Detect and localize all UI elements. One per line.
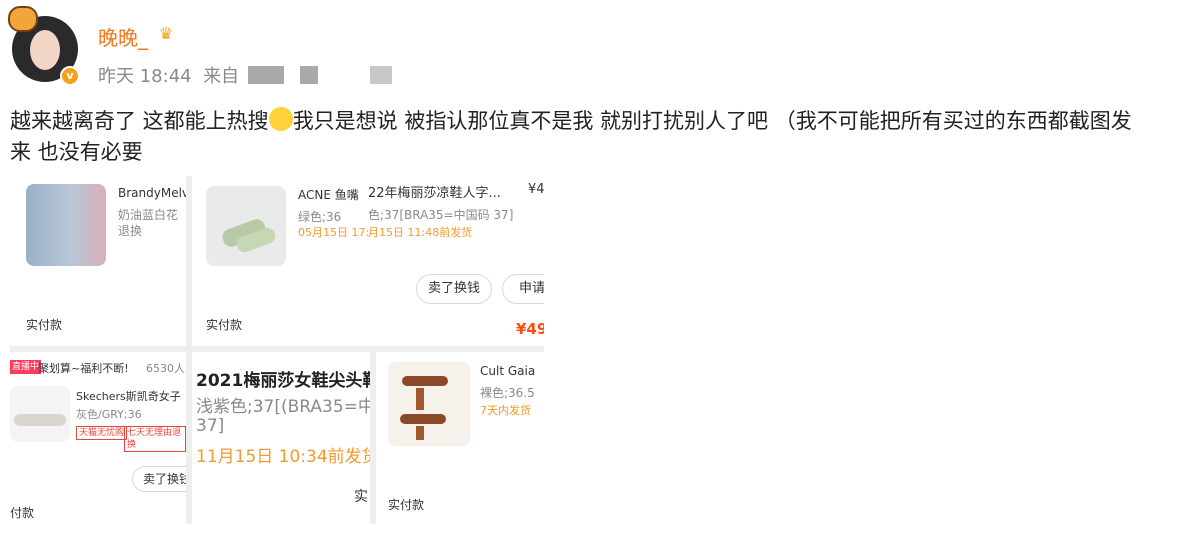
post-time[interactable]: 昨天 18:44 [98,66,192,87]
paid-label: 实 [354,489,368,505]
product-spec: 绿色;36 [298,210,342,224]
crown-icon: ♛ [158,24,174,43]
mosaic-blur [370,66,392,84]
product-spec: 奶油蓝白花 [118,208,179,222]
order-card[interactable]: 2021梅丽莎女鞋尖头鞋 浅紫色;37[(BRA35=中 37] 11月15日 … [192,352,370,524]
order-card[interactable]: 22年梅丽莎凉鞋人字... ¥4 色;37[BRA35=中国码 37] 月15日… [368,176,544,346]
mosaic-blur [300,66,318,84]
product-title: Skechers斯凯奇女子 [76,390,181,403]
product-thumbnail [10,386,70,442]
product-title: 22年梅丽莎凉鞋人字... [368,186,501,201]
ship-date: 7天内发货 [480,404,531,417]
product-thumbnail [388,362,470,446]
mosaic-blur [248,66,284,84]
product-spec: 灰色/GRY;36 [76,408,142,421]
paid-price: ¥49 [516,320,544,338]
product-title: BrandyMelv [118,186,186,200]
product-thumbnail [26,184,106,266]
product-title: ACNE 鱼嘴 [298,188,359,202]
unit-price: ¥4 [528,182,544,197]
product-title: 2021梅丽莎女鞋尖头鞋 [196,371,370,391]
paid-label: 付款 [10,506,35,520]
product-spec: 浅紫色;37[(BRA35=中 [196,397,370,417]
paid-label: 实付款 [26,318,63,332]
product-thumbnail [206,186,286,266]
product-title: Cult Gaia [480,364,536,378]
product-spec: 裸色;36.5 [480,386,535,400]
service-tag: 天猫无忧购 [76,426,128,440]
ship-date: 05月15日 17: [298,226,368,239]
product-spec: 色;37[BRA35=中国码 37] [368,208,514,222]
order-card[interactable]: 直播中 聚划算~福利不断! 6530人 Skechers斯凯奇女子 灰色/GRY… [10,352,186,524]
order-card[interactable]: Cult Gaia 裸色;36.5 7天内发货 实付款 [376,352,544,524]
post-source: 来自 [203,66,240,87]
paid-label: 实付款 [206,318,243,332]
order-card[interactable]: BrandyMelv 奶油蓝白花 退换 实付款 [10,176,186,346]
service-tag: 七天无理由退换 [124,426,186,452]
apply-button[interactable]: 申请 [502,274,544,304]
paid-label: 实付款 [388,498,425,512]
live-badge: 直播中 [10,360,42,374]
viewer-count: 6530人 [146,362,185,375]
resell-button[interactable]: 卖了换钱 [132,466,186,492]
product-spec-cont: 37] [196,416,225,436]
order-card[interactable]: ACNE 鱼嘴 绿色;36 05月15日 17: 实付款 [192,176,368,346]
sweat-smile-emoji-icon [268,107,293,131]
avatar[interactable]: v [8,6,80,88]
post-text: 越来越离奇了 这都能上热搜 我只是想说 被指认那位真不是我 就别打扰别人了吧 （我… [10,107,1132,164]
verified-badge-icon: v [60,66,80,86]
ship-date: 月15日 11:48前发货 [368,226,473,239]
post-meta: 昨天 18:44 来自 [98,62,239,88]
ship-date: 11月15日 10:34前发货 [196,447,370,467]
product-note: 退换 [118,224,143,238]
promo-text: 聚划算~福利不断! [38,362,129,375]
resell-button[interactable]: 卖了换钱 [416,274,492,304]
username[interactable]: 晚晚_ [98,22,148,51]
tiger-frame-icon [8,6,38,32]
